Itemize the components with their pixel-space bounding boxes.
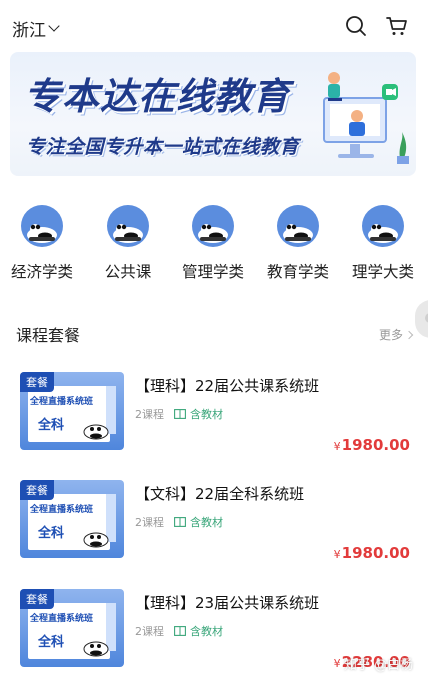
lesson-count: 2课程	[135, 408, 164, 421]
currency-symbol: ¥	[333, 657, 341, 670]
thumbnail-line2: 全科	[38, 418, 65, 433]
course-thumbnail: 套餐 全程直播系统班 全科	[20, 372, 124, 450]
thumbnail-line1: 全程直播系统班	[30, 505, 94, 515]
panda-icon	[107, 205, 149, 247]
book-icon	[174, 517, 186, 527]
course-thumbnail: 套餐 全程直播系统班 全科	[20, 589, 124, 667]
course-title: 【理科】23届公共课系统班	[135, 594, 320, 612]
course-item[interactable]: 套餐 全程直播系统班 全科 【文科】22届全科系统班 2课程 含教材 ¥1980…	[0, 480, 428, 580]
top-bar: 浙江	[0, 0, 428, 50]
category-public-courses[interactable]: 公共课	[88, 200, 168, 282]
promo-banner[interactable]: 专本达在线教育 专注全国专升本一站式在线教育	[10, 52, 416, 176]
material-label: 含教材	[190, 516, 223, 529]
panda-icon	[277, 205, 319, 247]
package-tag: 套餐	[20, 589, 54, 609]
more-link[interactable]: 更多	[379, 326, 414, 343]
book-icon	[174, 626, 186, 636]
lesson-count: 2课程	[135, 625, 164, 638]
banner-title: 专本达在线教育	[24, 75, 290, 118]
thumbnail-line2: 全科	[38, 635, 65, 650]
thumbnail-line2: 全科	[38, 526, 65, 541]
section-title: 课程套餐	[16, 326, 81, 345]
chevron-right-icon	[404, 330, 414, 339]
category-label: 经济学类	[10, 263, 73, 281]
course-meta: 2课程 含教材	[135, 623, 223, 639]
book-icon	[174, 409, 186, 419]
material-label: 含教材	[190, 625, 223, 638]
course-title: 【文科】22届全科系统班	[135, 485, 305, 503]
material-label: 含教材	[190, 408, 223, 421]
category-label: 理学大类	[351, 263, 414, 281]
course-price: ¥1980.00	[334, 544, 410, 562]
package-tag: 套餐	[20, 480, 54, 500]
region-label: 浙江	[12, 21, 46, 41]
thumbnail-line1: 全程直播系统班	[30, 614, 94, 624]
search-icon[interactable]	[344, 14, 368, 38]
price-value: 1980.00	[341, 544, 410, 562]
course-item[interactable]: 套餐 全程直播系统班 全科 【理科】22届公共课系统班 2课程 含教材 ¥198…	[0, 372, 428, 472]
panda-icon	[83, 641, 109, 657]
panda-icon	[362, 205, 404, 247]
course-thumbnail: 套餐 全程直播系统班 全科	[20, 480, 124, 558]
watermark: 知乎 @白杨	[344, 658, 414, 673]
category-label: 公共课	[104, 263, 152, 281]
panda-icon	[21, 205, 63, 247]
cart-icon[interactable]	[385, 14, 409, 38]
course-title: 【理科】22届公共课系统班	[135, 377, 320, 395]
currency-symbol: ¥	[333, 440, 341, 453]
price-value: 1980.00	[341, 436, 410, 454]
chevron-down-icon	[48, 20, 60, 32]
category-management[interactable]: 管理学类	[173, 200, 253, 282]
region-selector[interactable]: 浙江	[12, 16, 60, 41]
course-meta: 2课程 含教材	[135, 514, 223, 530]
floating-side-tab[interactable]	[415, 300, 428, 338]
category-label: 管理学类	[181, 263, 244, 281]
lesson-count: 2课程	[135, 516, 164, 529]
course-meta: 2课程 含教材	[135, 406, 223, 422]
category-education[interactable]: 教育学类	[258, 200, 338, 282]
online-education-illustration-icon	[323, 72, 409, 164]
course-price: ¥1980.00	[334, 436, 410, 454]
panda-icon	[83, 424, 109, 440]
banner-subtitle: 专注全国专升本一站式在线教育	[26, 136, 300, 158]
more-label: 更多	[379, 328, 404, 342]
category-science[interactable]: 理学大类	[343, 200, 423, 282]
thumbnail-line1: 全程直播系统班	[30, 397, 94, 407]
package-tag: 套餐	[20, 372, 54, 392]
currency-symbol: ¥	[333, 548, 341, 561]
category-label: 教育学类	[266, 263, 329, 281]
category-row: 经济学类 公共课 管理学类 教育学类 理学大类	[0, 200, 428, 290]
panda-icon	[192, 205, 234, 247]
category-economics[interactable]: 经济学类	[2, 200, 82, 282]
panda-icon	[83, 532, 109, 548]
